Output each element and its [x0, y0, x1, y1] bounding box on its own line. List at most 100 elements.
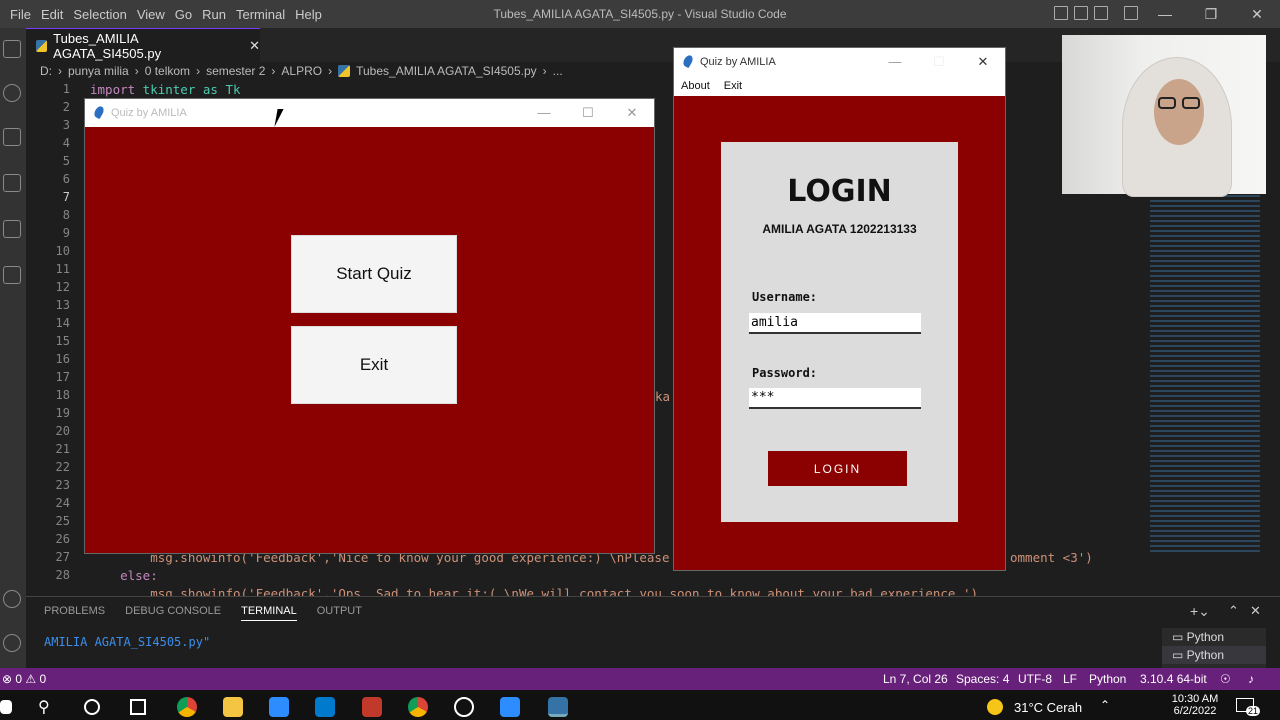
breadcrumb-item[interactable]: ... [553, 64, 563, 78]
menu-view[interactable]: View [137, 7, 175, 22]
tab-output[interactable]: OUTPUT [317, 605, 362, 621]
toggle-panel-icon[interactable] [1074, 6, 1088, 20]
maximize-icon[interactable]: ☐ [917, 48, 961, 76]
chrome-profile-icon[interactable] [408, 697, 428, 717]
line-number: 22 [55, 460, 70, 474]
login-titlebar[interactable]: Quiz by AMILIA — ☐ ✕ [674, 48, 1005, 76]
toggle-secondary-sidebar-icon[interactable] [1094, 6, 1108, 20]
breadcrumb-item[interactable]: 0 telkom [145, 64, 190, 78]
code-line-29[interactable]: msg.showinfo('Feedback','Ops. Sad to hea… [90, 586, 978, 596]
clock[interactable]: 10:30 AM 6/2/2022 [1170, 693, 1220, 717]
minimize-icon[interactable]: — [1142, 0, 1188, 28]
editor-tab[interactable]: Tubes_AMILIA AGATA_SI4505.py ✕ [26, 28, 260, 62]
password-field[interactable] [749, 388, 921, 409]
line-number: 24 [55, 496, 70, 510]
tab-terminal[interactable]: TERMINAL [241, 605, 297, 621]
weather-text[interactable]: 31°C Cerah [1014, 700, 1082, 715]
terminal-list-item[interactable]: ▭ Python [1162, 646, 1266, 664]
line-number: 7 [62, 190, 70, 204]
code-line-28[interactable]: else: [90, 568, 158, 583]
language-mode[interactable]: Python [1089, 672, 1126, 686]
line-number: 20 [55, 424, 70, 438]
customize-layout-icon[interactable] [1124, 6, 1138, 20]
breadcrumb-item[interactable]: Tubes_AMILIA AGATA_SI4505.py [356, 64, 537, 78]
breadcrumb-item[interactable]: punya milia [68, 64, 129, 78]
problems-count[interactable]: ⊗ 0 ⚠ 0 [2, 672, 46, 686]
clock-date: 6/2/2022 [1173, 705, 1217, 717]
quiz-main-titlebar[interactable]: Quiz by AMILIA — ☐ ✕ [85, 99, 654, 127]
maximize-panel-icon[interactable]: ⌃ [1228, 603, 1239, 619]
close-icon[interactable]: ✕ [1234, 0, 1280, 28]
menu-about[interactable]: About [681, 80, 710, 92]
login-button[interactable]: LOGIN [768, 451, 907, 486]
search-icon[interactable] [3, 84, 21, 102]
extensions-icon[interactable] [3, 220, 21, 238]
terminal-output[interactable]: AMILIA AGATA_SI4505.py" [44, 635, 210, 649]
tab-close-icon[interactable]: ✕ [249, 38, 260, 54]
cursor-position[interactable]: Ln 7, Col 26 [883, 672, 948, 686]
line-number-gutter: 1 2 3 4 5 6 7 8 9 10 11 12 13 14 15 16 1… [30, 80, 70, 584]
chrome-icon[interactable] [177, 697, 197, 717]
exit-button[interactable]: Exit [291, 326, 457, 404]
presenter-face [1154, 79, 1204, 145]
run-debug-icon[interactable] [3, 174, 21, 192]
start-quiz-button[interactable]: Start Quiz [291, 235, 457, 313]
screen-recorder-icon[interactable] [362, 697, 382, 717]
maximize-icon[interactable]: ☐ [566, 99, 610, 127]
login-panel: LOGIN AMILIA AGATA 1202213133 Username: … [721, 142, 958, 522]
minimap[interactable] [1150, 195, 1260, 555]
menu-terminal[interactable]: Terminal [236, 7, 295, 22]
menu-help[interactable]: Help [295, 7, 332, 22]
task-view-icon[interactable] [130, 699, 146, 715]
menu-exit[interactable]: Exit [724, 80, 742, 92]
windows-start-icon[interactable] [0, 700, 12, 714]
menu-go[interactable]: Go [175, 7, 202, 22]
notifications-bell-icon[interactable]: ♪ [1248, 672, 1254, 686]
app-icon[interactable] [454, 697, 474, 717]
menu-run[interactable]: Run [202, 7, 236, 22]
window-controls: — ❐ ✕ [1142, 0, 1280, 28]
new-terminal-icon[interactable]: +⌄ [1190, 603, 1210, 620]
breadcrumb-item[interactable]: D: [40, 64, 52, 78]
breadcrumb: D: › punya milia › 0 telkom › semester 2 › A… [40, 64, 563, 78]
file-explorer-icon[interactable] [223, 697, 243, 717]
encoding[interactable]: UTF-8 [1018, 672, 1052, 686]
line-number: 10 [55, 244, 70, 258]
end-of-line[interactable]: LF [1063, 672, 1077, 686]
testing-icon[interactable] [3, 266, 21, 284]
restore-icon[interactable]: ❐ [1188, 0, 1234, 28]
password-label: Password: [752, 366, 818, 380]
close-panel-icon[interactable]: ✕ [1250, 603, 1261, 619]
settings-gear-icon[interactable] [3, 634, 21, 652]
zoom-meeting-icon[interactable] [500, 697, 520, 717]
tab-problems[interactable]: PROBLEMS [44, 605, 105, 621]
close-icon[interactable]: ✕ [961, 48, 1005, 76]
search-icon[interactable]: ⚲ [38, 697, 50, 717]
minimize-icon[interactable]: — [522, 99, 566, 127]
menu-file[interactable]: File [10, 7, 41, 22]
tab-debug-console[interactable]: DEBUG CONSOLE [125, 605, 221, 621]
clock-time: 10:30 AM [1171, 693, 1219, 705]
toggle-sidebar-icon[interactable] [1054, 6, 1068, 20]
cortana-icon[interactable] [84, 699, 100, 715]
breadcrumb-item[interactable]: ALPRO [281, 64, 322, 78]
account-icon[interactable] [3, 590, 21, 608]
close-icon[interactable]: ✕ [610, 99, 654, 127]
zoom-icon[interactable] [269, 697, 289, 717]
username-field[interactable] [749, 313, 921, 334]
accounts-icon[interactable]: ☉ [1220, 672, 1231, 686]
vscode-taskbar-icon[interactable] [315, 697, 335, 717]
terminal-list-item[interactable]: ▭ Python [1162, 628, 1266, 646]
quiz-main-window: Quiz by AMILIA — ☐ ✕ Start Quiz Exit [85, 99, 654, 553]
menu-edit[interactable]: Edit [41, 7, 73, 22]
python-interpreter[interactable]: 3.10.4 64-bit [1140, 672, 1207, 686]
breadcrumb-item[interactable]: semester 2 [206, 64, 265, 78]
menu-selection[interactable]: Selection [73, 7, 136, 22]
tray-chevron-icon[interactable]: ⌃ [1100, 698, 1110, 712]
explorer-icon[interactable] [3, 40, 21, 58]
minimize-icon[interactable]: — [873, 48, 917, 76]
indentation[interactable]: Spaces: 4 [956, 672, 1009, 686]
code-line-1[interactable]: import tkinter as Tk [90, 82, 241, 97]
source-control-icon[interactable] [3, 128, 21, 146]
python-tk-taskbar-icon[interactable] [548, 697, 568, 717]
